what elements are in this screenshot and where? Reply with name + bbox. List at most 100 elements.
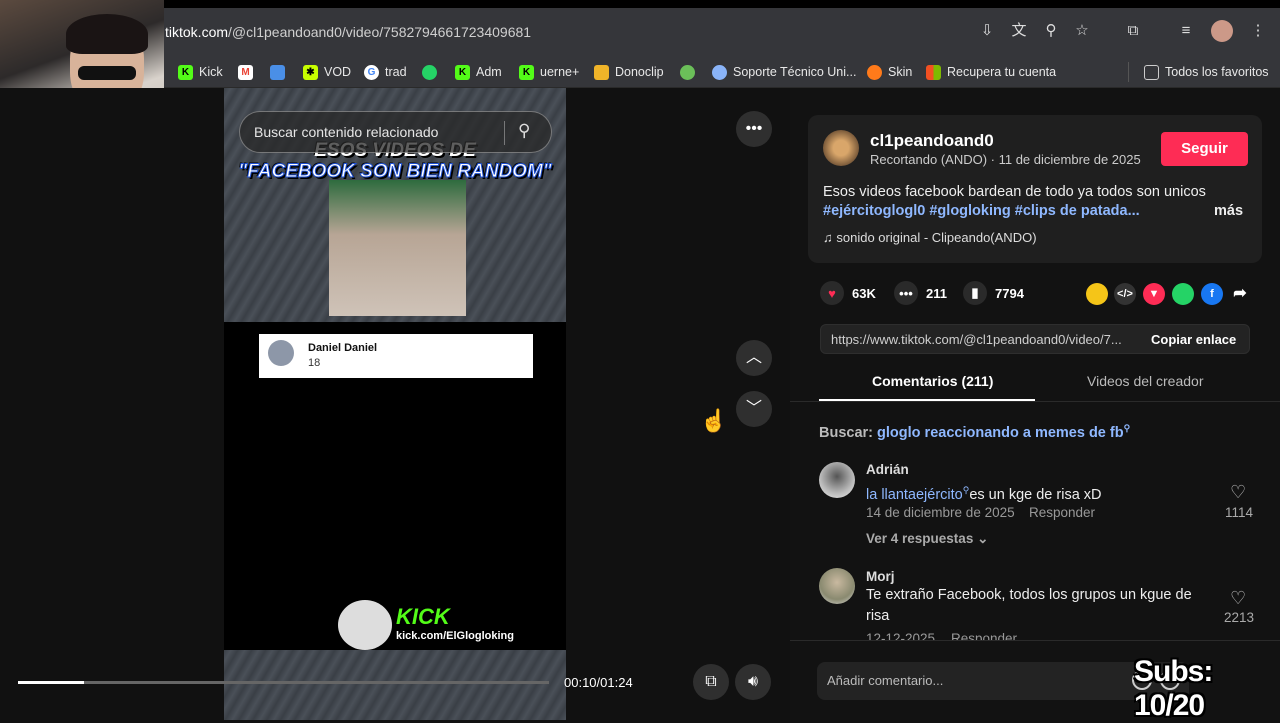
- zoom-icon[interactable]: ⚲: [1040, 20, 1062, 42]
- music-note-icon: ♫: [823, 230, 837, 245]
- comment-mention[interactable]: la llantaejército: [866, 487, 963, 503]
- comment-text: Te extraño Facebook, todos los grupos un…: [866, 587, 1192, 624]
- share-send-icon[interactable]: ▼: [1143, 283, 1165, 305]
- globe-icon: [712, 64, 727, 80]
- related-search-input[interactable]: Buscar contenido relacionado: [254, 124, 438, 140]
- bookmark-separator: [1128, 62, 1129, 82]
- hand-cursor-icon: ☝: [700, 408, 728, 433]
- bookmark-extension[interactable]: [270, 62, 285, 82]
- bookmark-site[interactable]: [680, 62, 695, 82]
- kick-avatar: [338, 600, 392, 650]
- active-tab-indicator: [819, 399, 1035, 401]
- pip-icon: ⧉: [705, 673, 717, 690]
- google-icon: G: [364, 64, 379, 80]
- pumpkin-icon: [867, 64, 882, 80]
- kick-icon: K: [519, 64, 534, 80]
- menu-icon[interactable]: ⋮: [1247, 20, 1269, 42]
- video-player[interactable]: ESOS VIDEOS DE "FACEBOOK SON BIEN RANDOM…: [224, 88, 566, 720]
- comment-avatar[interactable]: [819, 462, 855, 498]
- video-progress-fill[interactable]: [18, 681, 84, 684]
- bookmark-trad[interactable]: Gtrad: [364, 62, 407, 82]
- share-gold-icon[interactable]: [1086, 283, 1108, 305]
- next-video-button[interactable]: ﹀: [736, 391, 772, 427]
- comment-icon: •••: [894, 281, 918, 305]
- extension-icon: [270, 64, 285, 80]
- reply-button[interactable]: Responder: [1029, 505, 1095, 520]
- related-search-bar[interactable]: Buscar contenido relacionado ⚲: [239, 111, 552, 153]
- video-bottom-section: [224, 650, 566, 720]
- media-control-icon[interactable]: ≡: [1175, 20, 1197, 42]
- bookmark-vod[interactable]: ✱ VOD: [303, 62, 351, 82]
- search-suggestion[interactable]: Buscar: gloglo reaccionando a memes de f…: [819, 423, 1130, 441]
- chevron-down-icon: ⌄: [977, 531, 989, 546]
- comment-placeholder: Añadir comentario...: [827, 673, 944, 688]
- microsoft-icon: [926, 64, 941, 80]
- profile-avatar[interactable]: [1211, 20, 1233, 42]
- bookmark-recupera[interactable]: Recupera tu cuenta: [926, 62, 1056, 82]
- copy-link-button[interactable]: Copiar enlace: [1151, 332, 1236, 347]
- site-icon: [680, 64, 695, 80]
- save-button[interactable]: ▮ 7794: [963, 281, 1024, 305]
- comment-like-count: 1114: [1224, 505, 1254, 520]
- tab-comments[interactable]: Comentarios (211): [872, 373, 993, 389]
- volume-button[interactable]: 🔊︎: [735, 664, 771, 700]
- bookmark-kick[interactable]: K Kick: [178, 62, 223, 82]
- comment-date: 14 de diciembre de 2025: [866, 505, 1015, 520]
- kick-url: kick.com/ElGlogloking: [396, 630, 514, 642]
- comment-heart-icon[interactable]: ♡: [1230, 482, 1246, 503]
- comment-avatar[interactable]: [819, 568, 855, 604]
- like-button[interactable]: ♥ 63K: [820, 281, 876, 305]
- whatsapp-share-icon[interactable]: [1172, 283, 1194, 305]
- bookmark-whatsapp[interactable]: [422, 62, 437, 82]
- translate-icon[interactable]: 文: [1008, 20, 1030, 42]
- share-arrow-icon[interactable]: ➦: [1229, 283, 1251, 305]
- previous-video-button[interactable]: ︿: [736, 340, 772, 376]
- author-name[interactable]: cl1peandoand0: [870, 131, 994, 151]
- whatsapp-icon: [422, 64, 437, 80]
- bookmark-skin[interactable]: Skin: [867, 62, 912, 82]
- view-replies-button[interactable]: Ver 4 respuestas ⌄: [866, 531, 988, 547]
- kick-logo-text: KICK: [396, 604, 450, 629]
- search-mini-icon: ⚲: [1123, 423, 1131, 433]
- folder-icon: [1144, 64, 1159, 80]
- install-app-icon[interactable]: ⇩: [976, 20, 998, 42]
- bookmark-donoclip[interactable]: Donoclip: [594, 62, 664, 82]
- volume-icon: 🔊︎: [747, 673, 759, 690]
- bookmark-soporte[interactable]: Soporte Técnico Uni...: [712, 62, 856, 82]
- comment-author[interactable]: Adrián: [866, 462, 909, 477]
- facebook-post-card: Daniel Daniel 18: [259, 334, 533, 378]
- more-link[interactable]: más: [1214, 203, 1243, 219]
- bookmark-star-icon[interactable]: ☆: [1071, 20, 1093, 42]
- sound-link[interactable]: ♫ sonido original - Clipeando(ANDO): [823, 230, 1037, 245]
- search-icon[interactable]: ⚲: [518, 121, 530, 141]
- follow-button[interactable]: Seguir: [1161, 132, 1248, 166]
- comment-like-count: 2213: [1223, 610, 1255, 625]
- video-link-box: https://www.tiktok.com/@cl1peandoand0/vi…: [820, 324, 1250, 354]
- all-favorites-folder[interactable]: Todos los favoritos: [1144, 62, 1269, 82]
- tab-creator-videos[interactable]: Videos del creador: [1087, 373, 1203, 389]
- embed-icon[interactable]: </>: [1114, 283, 1136, 305]
- post-description: Esos videos facebook bardean de todo ya …: [823, 184, 1206, 200]
- video-streamer-clip: [329, 180, 466, 316]
- reply-button[interactable]: Responder: [951, 631, 1017, 640]
- gmail-icon: M: [238, 64, 253, 80]
- bookmark-gmail[interactable]: M: [238, 62, 253, 82]
- video-link[interactable]: https://www.tiktok.com/@cl1peandoand0/vi…: [831, 332, 1122, 347]
- comment-text: la llantaejército⚲es un kge de risa xD: [866, 485, 1102, 503]
- comment-heart-icon[interactable]: ♡: [1230, 588, 1246, 609]
- fb-number: 18: [308, 357, 321, 369]
- facebook-share-icon[interactable]: f: [1201, 283, 1223, 305]
- video-progress-track[interactable]: [18, 681, 549, 684]
- comment-button[interactable]: ••• 211: [894, 281, 947, 305]
- url-text[interactable]: tiktok.com/@cl1peandoand0/video/75827946…: [165, 24, 531, 40]
- bookmark-adm[interactable]: K Adm: [455, 62, 502, 82]
- extensions-icon[interactable]: ⧉: [1122, 20, 1144, 42]
- bookmark-uerne[interactable]: Kuerne+: [519, 62, 579, 82]
- more-options-button[interactable]: •••: [736, 111, 772, 147]
- author-avatar[interactable]: [823, 130, 859, 166]
- post-hashtags[interactable]: #ejércitoglogl0 #glogloking #clips de pa…: [823, 203, 1140, 219]
- window-top-strip: [0, 0, 1280, 8]
- floating-player-button[interactable]: ⧉: [693, 664, 729, 700]
- bookmark-icon: ▮: [963, 281, 987, 305]
- comment-author[interactable]: Morj: [866, 569, 895, 584]
